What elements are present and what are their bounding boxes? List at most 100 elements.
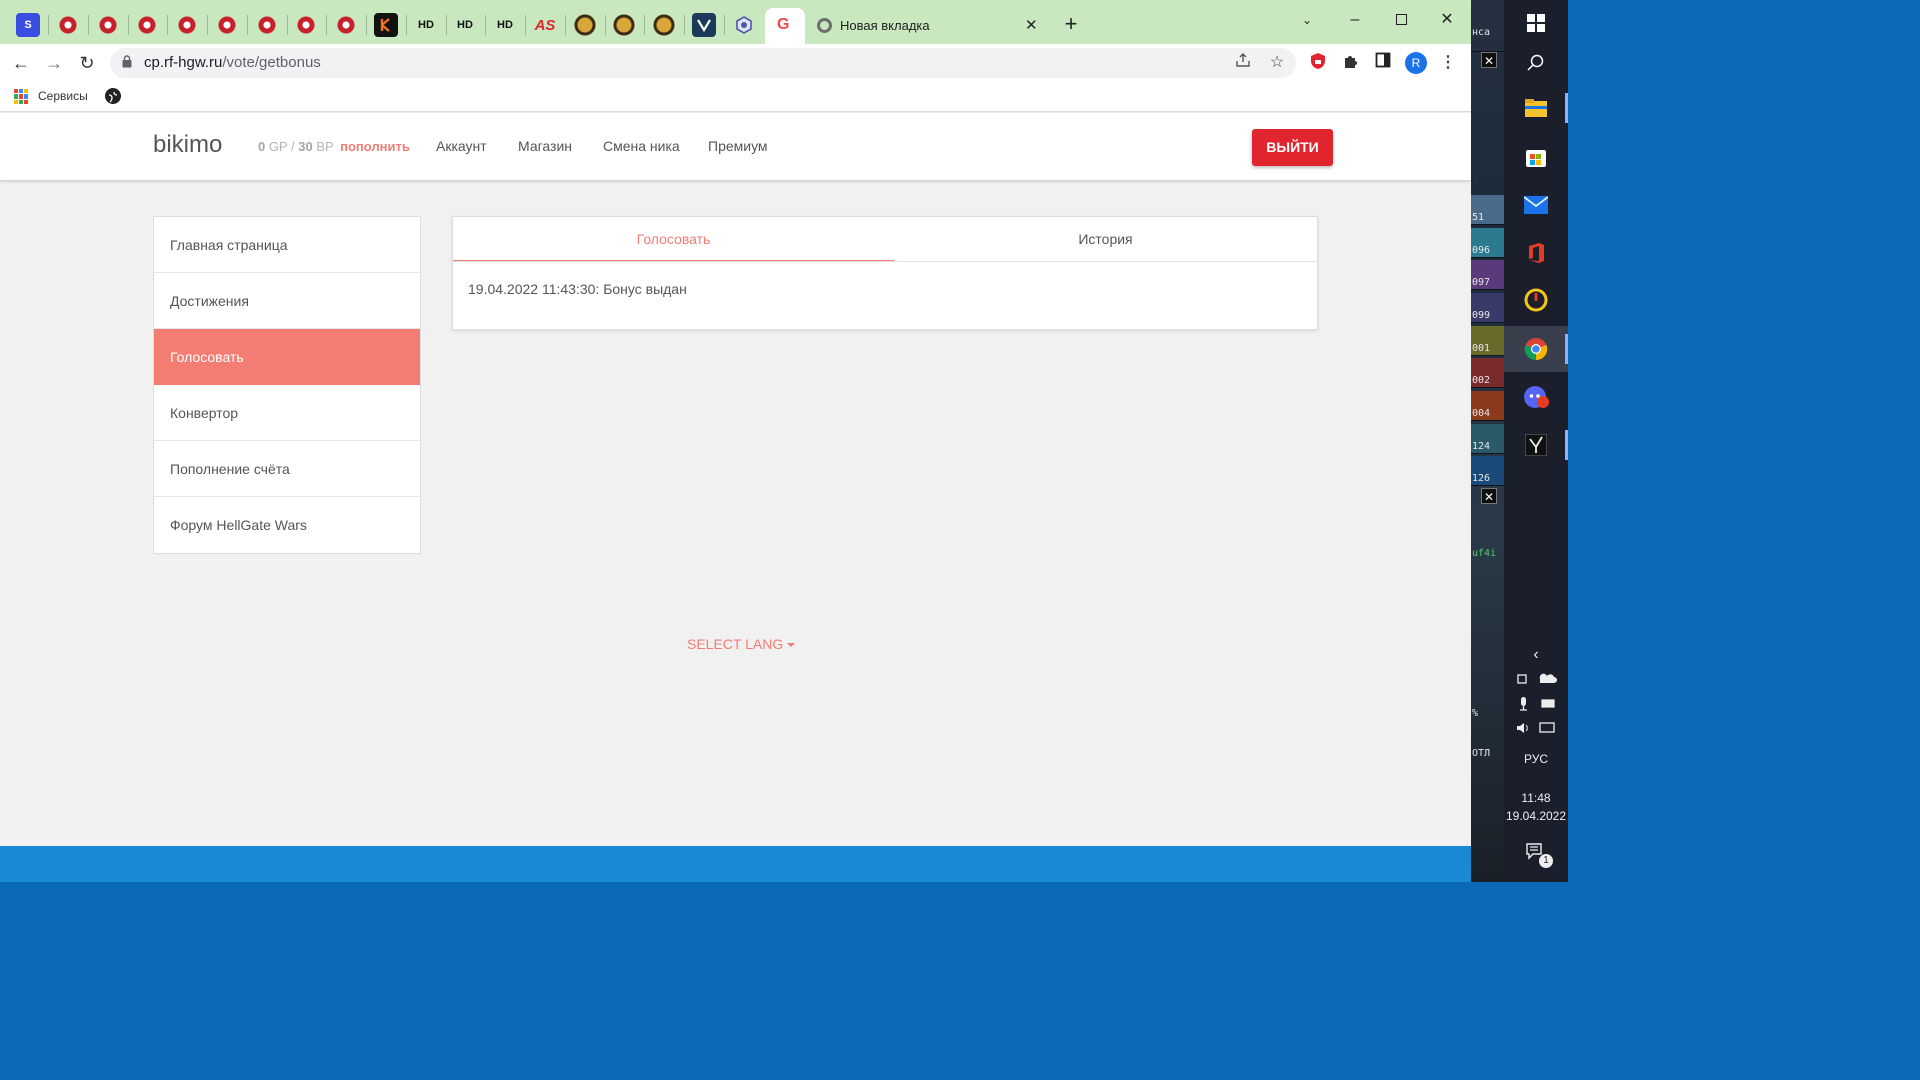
side-item-home[interactable]: Главная страница: [154, 217, 420, 273]
side-item-vote[interactable]: Голосовать: [154, 329, 420, 385]
tab-favicon-s[interactable]: S: [16, 13, 40, 37]
office-button[interactable]: [1504, 230, 1568, 276]
adblock-shield-icon[interactable]: [1307, 52, 1329, 74]
side-item-forum[interactable]: Форум HellGate Wars: [154, 497, 420, 553]
tab-favicon-red-icon[interactable]: [294, 13, 318, 37]
new-tab-plus-icon[interactable]: +: [1057, 12, 1085, 36]
tab-favicon-red-icon[interactable]: [334, 13, 358, 37]
side-item-achievements[interactable]: Достижения: [154, 273, 420, 329]
tab-favicon-wow-icon[interactable]: [573, 13, 597, 37]
tray-expand-chevron-icon[interactable]: ‹: [1504, 646, 1568, 664]
tab-history[interactable]: История: [894, 217, 1317, 262]
profile-avatar[interactable]: R: [1405, 52, 1427, 74]
file-explorer-button[interactable]: [1504, 85, 1568, 131]
share-icon[interactable]: [1232, 52, 1254, 74]
game-close-icon[interactable]: ✕: [1481, 52, 1497, 68]
game-cell: 001: [1471, 326, 1504, 356]
tab-favicon-red-icon[interactable]: [56, 13, 80, 37]
game-cell: %: [1471, 690, 1504, 720]
tray-volume-and-display-icons[interactable]: [1504, 720, 1568, 739]
bonus-log-entry: 19.04.2022 11:43:30: Бонус выдан: [468, 281, 687, 297]
chrome-button[interactable]: [1504, 326, 1568, 372]
side-panel-icon[interactable]: [1372, 52, 1394, 74]
minimize-icon[interactable]: –: [1341, 8, 1369, 32]
bookmark-star-icon[interactable]: ☆: [1266, 52, 1288, 74]
back-arrow-icon[interactable]: ←: [8, 51, 34, 75]
nav-shop[interactable]: Магазин: [518, 138, 572, 154]
tab-favicon-hd[interactable]: HD: [453, 13, 477, 37]
discord-button[interactable]: [1504, 374, 1568, 420]
tab-title: Новая вкладка: [840, 18, 930, 33]
game-cell-label: 004: [1472, 408, 1491, 419]
game-cell: uf4i: [1471, 530, 1504, 560]
tab-favicon-wow-icon[interactable]: [652, 13, 676, 37]
tab-favicon-v-icon[interactable]: [692, 13, 716, 37]
clock-date[interactable]: 19.04.2022: [1504, 809, 1568, 823]
tab-favicon-hd[interactable]: HD: [493, 13, 517, 37]
nav-account[interactable]: Аккаунт: [436, 138, 487, 154]
side-item-topup[interactable]: Пополнение счёта: [154, 441, 420, 497]
tab-favicon-red-icon[interactable]: [96, 13, 120, 37]
tab-favicon-red-icon[interactable]: [215, 13, 239, 37]
store-button[interactable]: [1504, 134, 1568, 180]
search-icon: [1527, 54, 1544, 71]
tab-favicon-k-icon[interactable]: [374, 13, 398, 37]
keyboard-language[interactable]: РУС: [1504, 752, 1568, 766]
bookmarks-bar: Сервисы: [0, 82, 1471, 112]
url-text: cp.rf-hgw.ru/vote/getbonus: [144, 54, 321, 71]
notification-center[interactable]: 1: [1504, 842, 1568, 868]
app-y-button[interactable]: [1504, 422, 1568, 468]
game-cell: 099: [1471, 293, 1504, 323]
side-item-converter[interactable]: Конвертор: [154, 385, 420, 441]
bp-value: 30: [298, 139, 313, 154]
apps-grid-icon[interactable]: [14, 89, 29, 104]
tab-favicon-as[interactable]: AS: [533, 13, 557, 37]
tab-new-tab[interactable]: Новая вкладка ✕: [808, 10, 1048, 42]
game-cell-label: %: [1472, 708, 1479, 719]
tab-favicon-hex-icon[interactable]: [732, 13, 756, 37]
mail-button[interactable]: [1504, 182, 1568, 228]
y-app-icon: [1525, 434, 1547, 456]
gp-value: 0: [258, 139, 266, 154]
game-close-icon[interactable]: ✕: [1481, 488, 1497, 504]
tab-favicon-hd[interactable]: HD: [414, 13, 438, 37]
extensions-puzzle-icon[interactable]: [1340, 52, 1362, 74]
nav-premium[interactable]: Премиум: [708, 138, 768, 154]
folder-icon: [1525, 99, 1547, 117]
tab-close-icon[interactable]: ✕: [1025, 16, 1038, 34]
maximize-icon[interactable]: [1387, 8, 1415, 32]
address-bar[interactable]: cp.rf-hgw.ru/vote/getbonus ☆: [110, 48, 1296, 78]
tray-mic-and-battery-icons[interactable]: [1504, 696, 1568, 715]
yandex-music-button[interactable]: [1504, 277, 1568, 323]
reload-icon[interactable]: ↻: [74, 51, 100, 75]
running-indicator: [1565, 430, 1568, 460]
tab-favicon-red-icon[interactable]: [135, 13, 159, 37]
game-cell-label: 097: [1472, 277, 1491, 288]
discord-icon: [1524, 386, 1549, 408]
forward-arrow-icon[interactable]: →: [41, 51, 67, 75]
tab-separator: [207, 15, 208, 35]
nav-change-nick[interactable]: Смена ника: [603, 138, 680, 154]
store-icon: [1526, 150, 1546, 167]
tray-meet-and-onedrive-icons[interactable]: [1504, 672, 1568, 689]
topup-link[interactable]: пополнить: [340, 139, 410, 154]
tab-favicon-red-icon[interactable]: [255, 13, 279, 37]
globe-bookmark-icon[interactable]: [105, 88, 121, 104]
clock-time[interactable]: 11:48: [1504, 791, 1568, 805]
search-button[interactable]: [1504, 40, 1568, 86]
tab-search-chevron-icon[interactable]: ⌄: [1293, 8, 1321, 32]
tab-favicon-red-icon[interactable]: [175, 13, 199, 37]
logout-button[interactable]: ВЫЙТИ: [1252, 129, 1333, 166]
site-username[interactable]: bikimo: [153, 131, 222, 159]
tab-vote[interactable]: Голосовать: [453, 217, 894, 262]
window-close-icon[interactable]: ✕: [1433, 8, 1461, 32]
menu-kebab-icon[interactable]: ⋮: [1437, 52, 1459, 74]
game-cell: 004: [1471, 391, 1504, 421]
services-bookmark[interactable]: Сервисы: [38, 89, 88, 103]
game-cell-label: 099: [1472, 310, 1491, 321]
mail-icon: [1524, 196, 1548, 214]
game-cell: 51: [1471, 195, 1504, 225]
active-tab[interactable]: G: [765, 8, 805, 44]
tab-favicon-wow-icon[interactable]: [612, 13, 636, 37]
select-lang-dropdown[interactable]: SELECT LANG: [687, 636, 796, 652]
